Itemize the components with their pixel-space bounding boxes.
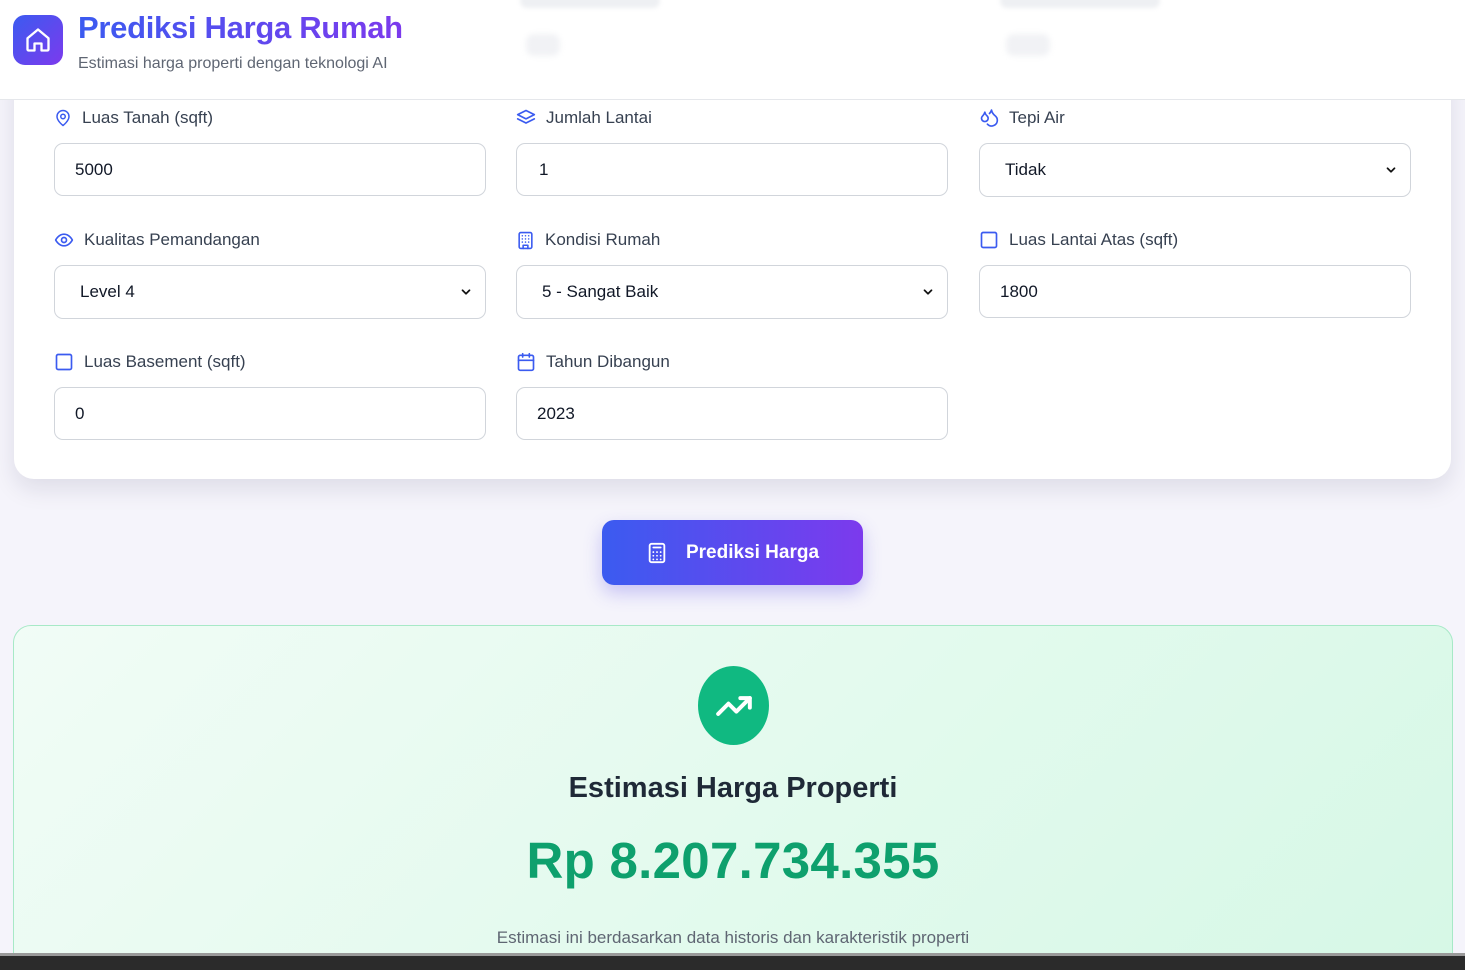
input-value: 0 — [75, 403, 85, 423]
kondisi-rumah-select[interactable]: 5 - Sangat Baik — [516, 265, 948, 319]
scrolled-content-ghost — [526, 34, 560, 56]
field-label: Jumlah Lantai — [546, 108, 652, 127]
field-tepi-air: Tepi Air Tidak — [979, 107, 1411, 197]
field-kondisi-rumah: Kondisi Rumah 5 - Sangat Baik — [516, 229, 948, 319]
field-tahun-dibangun: Tahun Dibangun 2023 — [516, 351, 948, 440]
map-pin-icon — [56, 109, 70, 127]
luas-basement-input[interactable]: 0 — [54, 387, 486, 440]
luas-lantai-atas-input[interactable]: 1800 — [979, 265, 1411, 318]
chevron-down-icon — [1386, 167, 1396, 173]
field-label: Luas Lantai Atas (sqft) — [1009, 230, 1179, 249]
square-icon — [980, 231, 998, 249]
field-label: Luas Tanah (sqft) — [82, 108, 214, 127]
calculator-icon — [648, 542, 666, 563]
app-header: Prediksi Harga Rumah Estimasi harga prop… — [0, 0, 1465, 100]
tepi-air-select[interactable]: Tidak — [979, 143, 1411, 197]
field-jumlah-lantai: Jumlah Lantai 1 — [516, 107, 948, 196]
calendar-icon — [517, 352, 535, 372]
tahun-dibangun-input[interactable]: 2023 — [516, 387, 948, 440]
home-icon[interactable] — [13, 15, 63, 65]
select-value: Level 4 — [80, 282, 135, 301]
result-note: Estimasi ini berdasarkan data historis d… — [496, 928, 970, 947]
estimated-price: Rp 8.207.734.355 — [526, 832, 940, 889]
kualitas-pemandangan-select[interactable]: Level 4 — [54, 265, 486, 319]
input-value: 1 — [539, 159, 549, 179]
predict-button-label: Prediksi Harga — [685, 541, 820, 563]
trending-up-icon — [698, 666, 769, 745]
result-title: Estimasi Harga Properti — [568, 772, 898, 804]
input-value: 5000 — [75, 159, 113, 179]
field-label: Kondisi Rumah — [545, 230, 661, 249]
property-form-card: Luas Tanah (sqft) 5000 Jumlah Lantai 1 T… — [14, 60, 1451, 479]
building-icon — [518, 231, 533, 249]
scrolled-content-ghost — [520, 0, 660, 8]
field-kualitas-pemandangan: Kualitas Pemandangan Level 4 — [54, 229, 486, 319]
result-panel: Estimasi Harga Properti Rp 8.207.734.355… — [13, 625, 1453, 970]
chevron-down-icon — [461, 289, 471, 295]
input-value: 1800 — [1000, 281, 1038, 301]
field-label: Luas Basement (sqft) — [84, 352, 246, 371]
droplets-icon — [980, 109, 999, 127]
square-icon — [55, 353, 73, 371]
field-luas-tanah: Luas Tanah (sqft) 5000 — [54, 107, 486, 196]
field-luas-lantai-atas: Luas Lantai Atas (sqft) 1800 — [979, 229, 1411, 318]
scrolled-content-ghost — [1000, 0, 1160, 8]
eye-icon — [54, 233, 74, 247]
chevron-down-icon — [923, 289, 933, 295]
app-subtitle: Estimasi harga properti dengan teknologi… — [78, 55, 388, 72]
field-label: Tepi Air — [1009, 108, 1065, 127]
input-value: 2023 — [537, 403, 575, 423]
scrolled-content-ghost — [1006, 34, 1050, 56]
field-label: Tahun Dibangun — [546, 352, 670, 371]
predict-button[interactable]: Prediksi Harga — [602, 520, 863, 585]
taskbar-strip — [0, 953, 1465, 970]
field-label: Kualitas Pemandangan — [84, 230, 260, 249]
field-luas-basement: Luas Basement (sqft) 0 — [54, 351, 486, 440]
layers-icon — [516, 109, 536, 124]
jumlah-lantai-input[interactable]: 1 — [516, 143, 948, 196]
select-value: Tidak — [1005, 160, 1046, 179]
luas-tanah-input[interactable]: 5000 — [54, 143, 486, 196]
app-title: Prediksi Harga Rumah — [78, 10, 403, 45]
select-value: 5 - Sangat Baik — [542, 282, 659, 301]
